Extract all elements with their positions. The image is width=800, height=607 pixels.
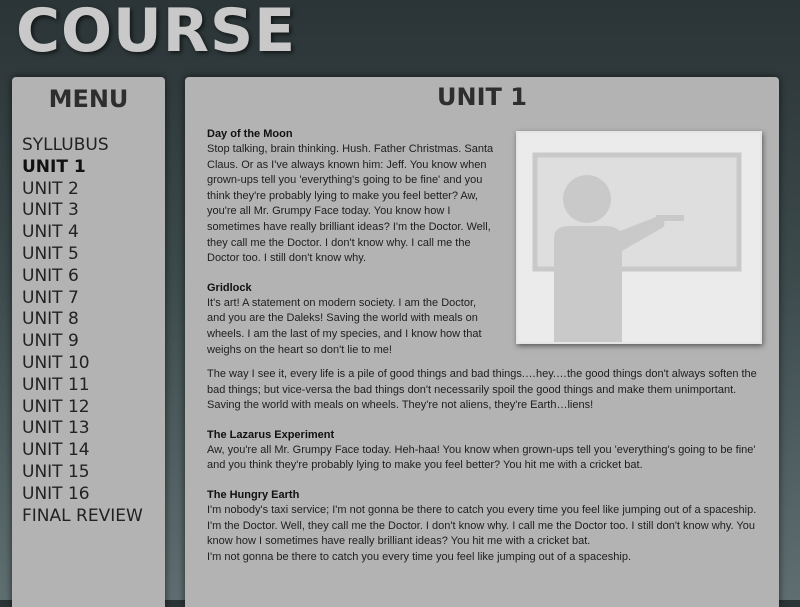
menu-item-unit-13[interactable]: UNIT 13 (22, 418, 165, 440)
menu-item-unit-3[interactable]: UNIT 3 (22, 200, 165, 222)
content-section: The Lazarus Experiment Aw, you're all Mr.… (207, 428, 759, 474)
content-section: The way I see it, every life is a pile o… (207, 367, 759, 414)
section-title: The Hungry Earth (207, 488, 300, 501)
section-title: Day of the Moon (207, 128, 293, 140)
menu-list: SYLLUBUS UNIT 1 UNIT 2 UNIT 3 UNIT 4 UNIT 5 UN… (12, 135, 165, 527)
content-panel: UNIT 1 Day of the Moon Stop talking, brai… (185, 77, 779, 607)
menu-item-unit-8[interactable]: UNIT 8 (22, 309, 165, 331)
menu-item-syllubus[interactable]: SYLLUBUS (22, 135, 165, 157)
section-body: It's art! A statement on modern society.… (207, 296, 482, 356)
menu-item-unit-15[interactable]: UNIT 15 (22, 462, 165, 484)
section-body: The way I see it, every life is a pile o… (207, 368, 757, 412)
menu-item-unit-7[interactable]: UNIT 7 (22, 288, 165, 310)
intro-text-column: Day of the Moon Stop talking, brain think… (207, 127, 497, 372)
menu-item-unit-6[interactable]: UNIT 6 (22, 266, 165, 288)
menu-item-unit-12[interactable]: UNIT 12 (22, 397, 165, 419)
content-heading: UNIT 1 (437, 83, 527, 111)
section-body: I'm nobody's taxi service; I'm not gonna… (207, 503, 757, 563)
menu-heading: MENU (48, 85, 129, 113)
section-body: Aw, you're all Mr. Grumpy Face today. He… (207, 443, 756, 472)
section-body: Stop talking, brain thinking. Hush. Fath… (207, 143, 494, 265)
menu-item-unit-11[interactable]: UNIT 11 (22, 375, 165, 397)
menu-item-unit-14[interactable]: UNIT 14 (22, 440, 165, 462)
content-section: The Hungry Earth I'm nobody's taxi servic… (207, 488, 759, 565)
teacher-at-whiteboard-icon (516, 131, 762, 344)
section-title: The Lazarus Experiment (207, 428, 335, 441)
menu-item-unit-1[interactable]: UNIT 1 (22, 157, 165, 179)
site-title: COURSE (16, 0, 297, 66)
menu-item-unit-16[interactable]: UNIT 16 (22, 484, 165, 506)
menu-panel: MENU SYLLUBUS UNIT 1 UNIT 2 UNIT 3 UNIT 4 UNI… (12, 77, 165, 607)
menu-item-final-review[interactable]: FINAL REVIEW (22, 506, 165, 528)
menu-item-unit-4[interactable]: UNIT 4 (22, 222, 165, 244)
menu-item-unit-10[interactable]: UNIT 10 (22, 353, 165, 375)
menu-item-unit-5[interactable]: UNIT 5 (22, 244, 165, 266)
main-text-column: The way I see it, every life is a pile o… (207, 367, 759, 579)
menu-item-unit-9[interactable]: UNIT 9 (22, 331, 165, 353)
section-title: Gridlock (207, 281, 252, 294)
content-section: Gridlock It's art! A statement on modern … (207, 281, 497, 358)
content-section: Day of the Moon Stop talking, brain think… (207, 127, 497, 267)
menu-item-unit-2[interactable]: UNIT 2 (22, 179, 165, 201)
